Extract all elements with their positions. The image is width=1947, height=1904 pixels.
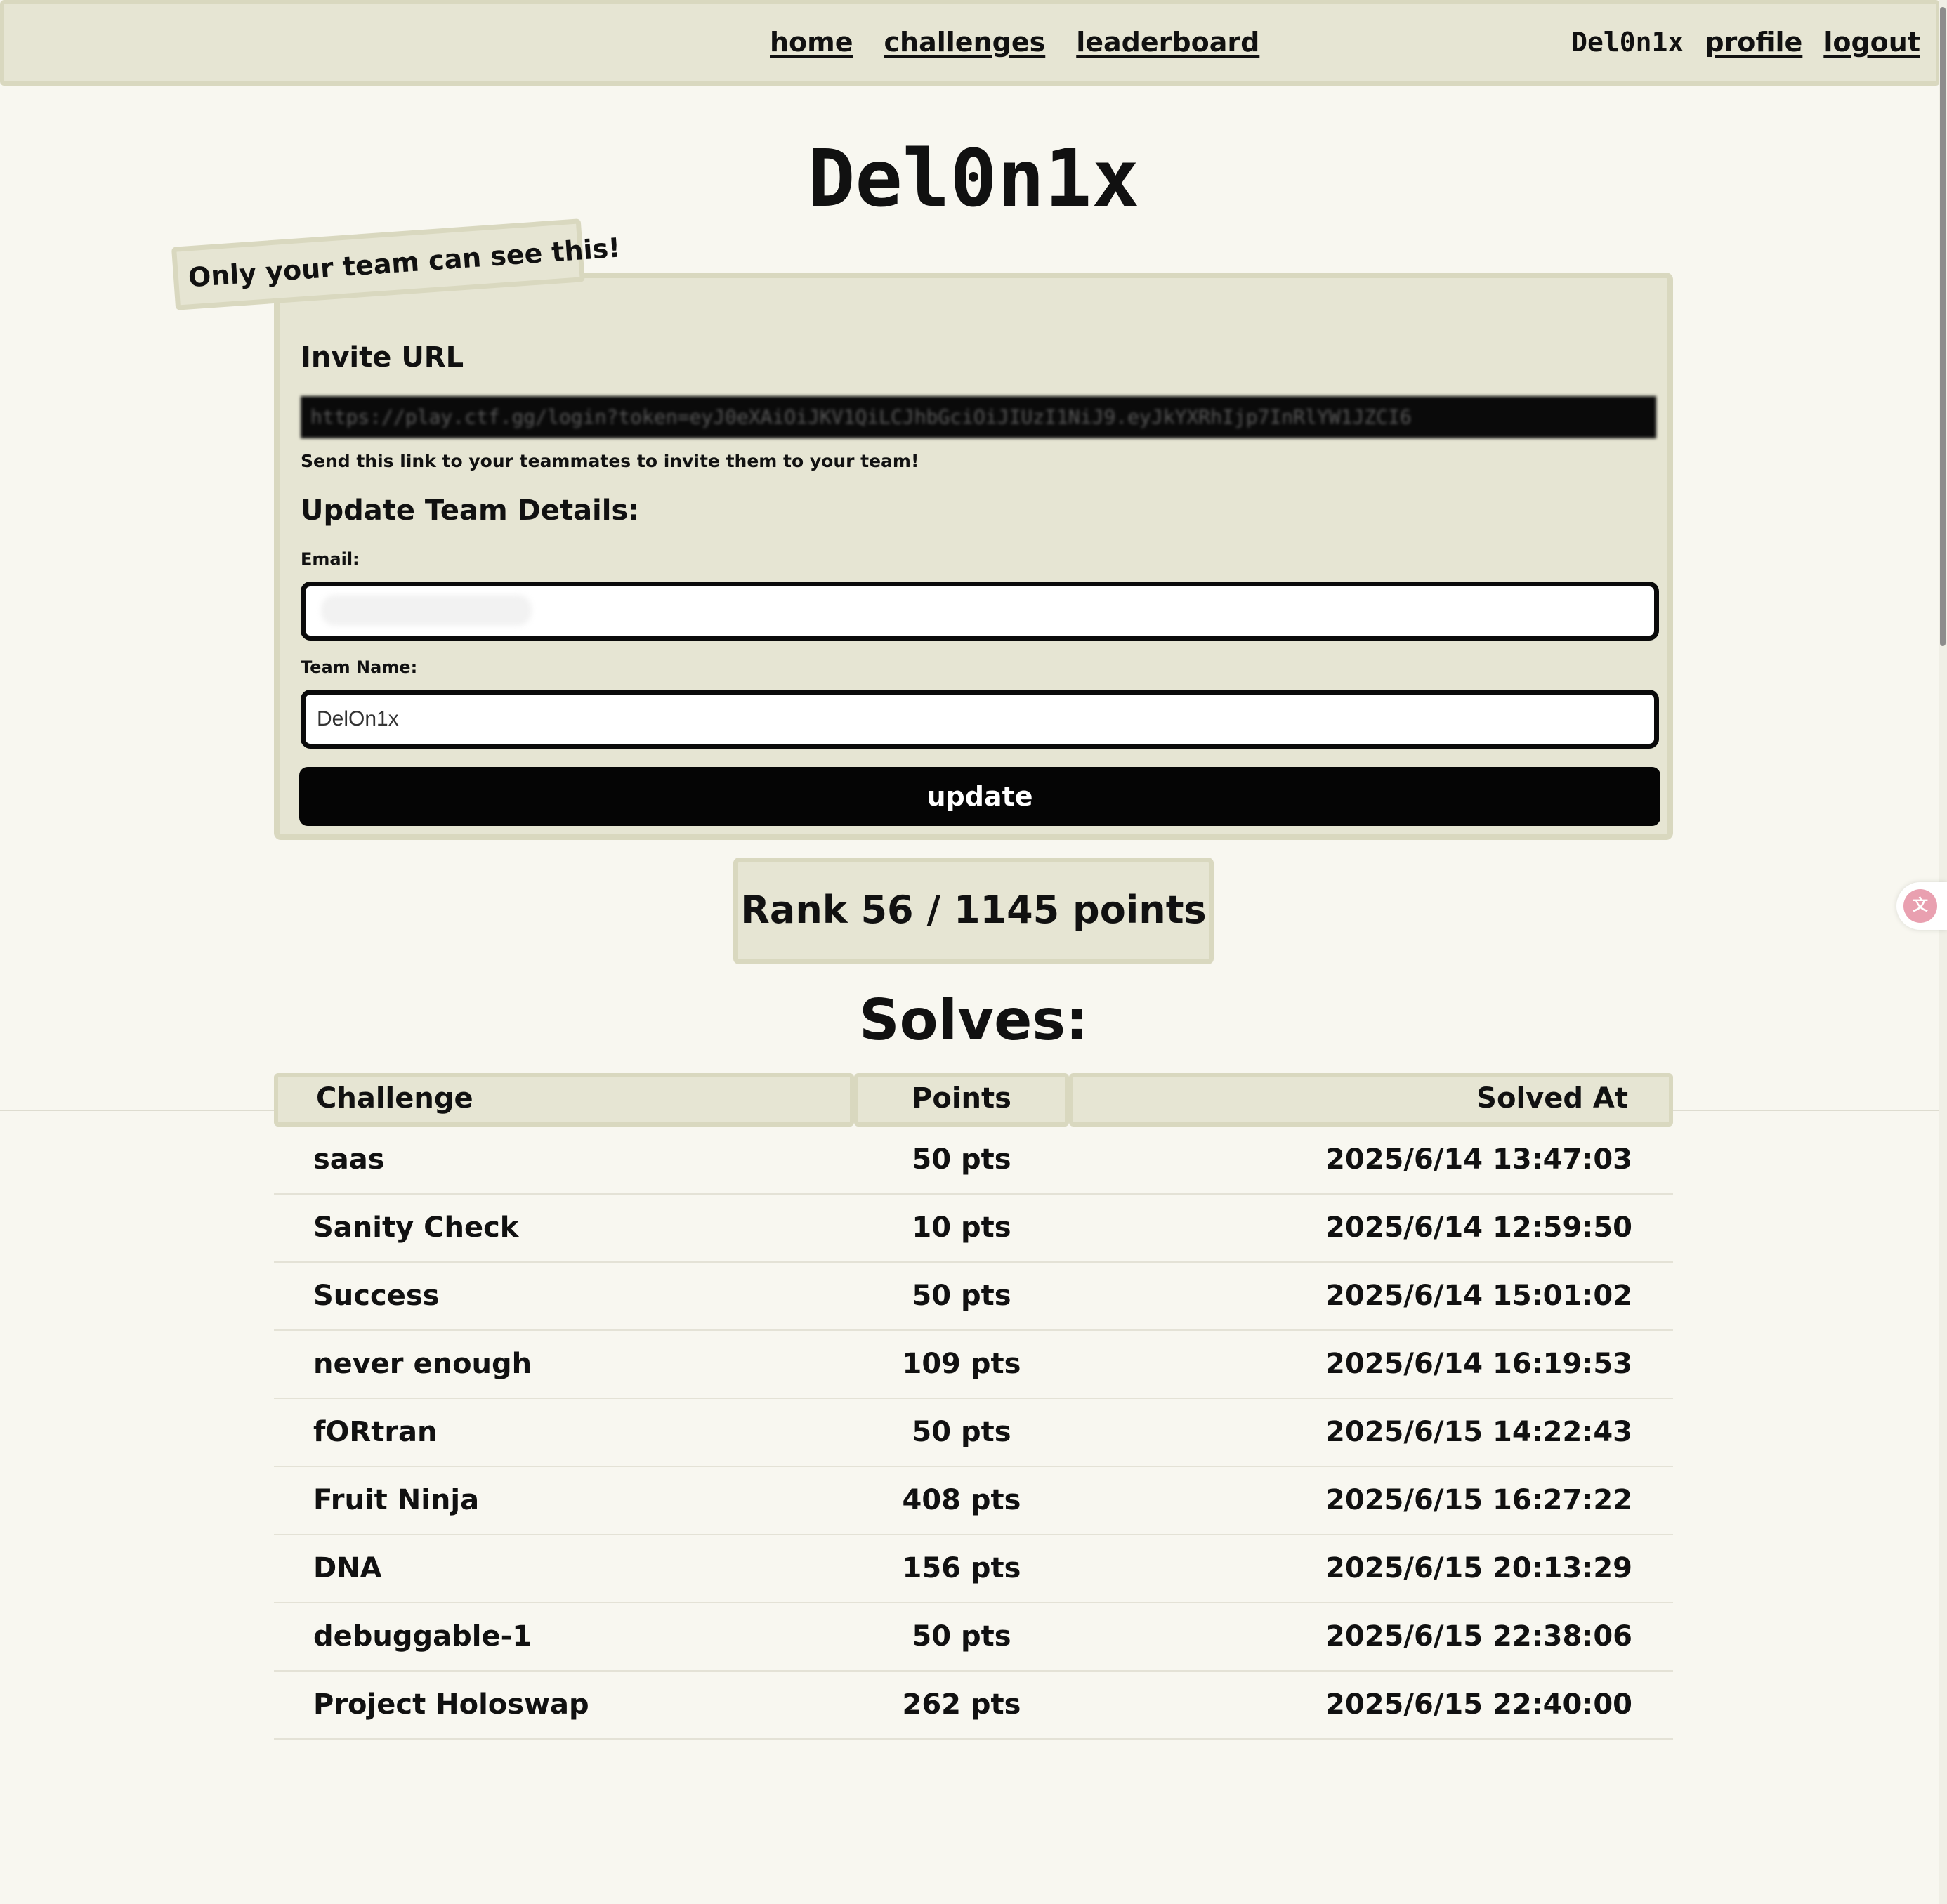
cell-solved-at: 2025/6/14 13:47:03 bbox=[1325, 1143, 1632, 1176]
solves-table: Challenge Points Solved At saas 50 pts 2… bbox=[274, 1073, 1673, 1740]
table-row: DNA 156 pts 2025/6/15 20:13:29 bbox=[274, 1535, 1673, 1603]
cell-points: 156 pts bbox=[902, 1552, 1021, 1584]
team-settings-panel: Invite URL https://play.ctf.gg/login?tok… bbox=[274, 273, 1673, 840]
cell-solved-at: 2025/6/15 14:22:43 bbox=[1325, 1416, 1632, 1448]
update-button[interactable]: update bbox=[299, 767, 1660, 826]
team-name-input[interactable] bbox=[301, 690, 1659, 749]
cell-points: 50 pts bbox=[912, 1620, 1011, 1653]
cell-solved-at: 2025/6/15 22:38:06 bbox=[1325, 1620, 1632, 1653]
cell-points: 10 pts bbox=[912, 1212, 1011, 1244]
rank-box: Rank 56 / 1145 points bbox=[733, 858, 1214, 964]
email-redacted-value bbox=[321, 595, 532, 626]
nav-challenges-link[interactable]: challenges bbox=[884, 27, 1046, 58]
nav-links: home challenges leaderboard bbox=[770, 27, 1259, 58]
solves-heading: Solves: bbox=[858, 987, 1088, 1053]
cell-solved-at: 2025/6/14 16:19:53 bbox=[1325, 1348, 1632, 1380]
cell-points: 50 pts bbox=[912, 1416, 1011, 1448]
nav-username: Del0n1x bbox=[1571, 27, 1684, 58]
cell-solved-at: 2025/6/14 12:59:50 bbox=[1325, 1212, 1632, 1244]
cell-challenge: never enough bbox=[313, 1348, 532, 1380]
cell-challenge: fORtran bbox=[313, 1416, 438, 1448]
team-name-label: Team Name: bbox=[301, 657, 418, 677]
cell-challenge: Project Holoswap bbox=[313, 1688, 589, 1721]
table-row: never enough 109 pts 2025/6/14 16:19:53 bbox=[274, 1331, 1673, 1399]
cell-solved-at: 2025/6/14 15:01:02 bbox=[1325, 1280, 1632, 1312]
table-row: fORtran 50 pts 2025/6/15 14:22:43 bbox=[274, 1399, 1673, 1467]
page-title: Del0n1x bbox=[807, 133, 1139, 225]
column-header-challenge: Challenge bbox=[274, 1073, 854, 1127]
table-row: Sanity Check 10 pts 2025/6/14 12:59:50 bbox=[274, 1195, 1673, 1263]
nav-profile-link[interactable]: profile bbox=[1705, 27, 1802, 58]
table-header: Challenge Points Solved At bbox=[274, 1073, 1673, 1127]
column-header-solved-at: Solved At bbox=[1069, 1073, 1673, 1127]
cell-points: 262 pts bbox=[902, 1688, 1021, 1721]
table-row: Success 50 pts 2025/6/14 15:01:02 bbox=[274, 1263, 1673, 1331]
cell-points: 50 pts bbox=[912, 1280, 1011, 1312]
vertical-scrollbar[interactable] bbox=[1939, 0, 1947, 1904]
cell-challenge: debuggable-1 bbox=[313, 1620, 532, 1653]
nav-user-area: Del0n1x profile logout bbox=[1571, 27, 1920, 58]
invite-help-text: Send this link to your teammates to invi… bbox=[301, 451, 919, 471]
scrollbar-thumb[interactable] bbox=[1940, 7, 1946, 646]
cell-solved-at: 2025/6/15 16:27:22 bbox=[1325, 1484, 1632, 1516]
cell-points: 408 pts bbox=[902, 1484, 1021, 1516]
email-label: Email: bbox=[301, 549, 360, 569]
cell-solved-at: 2025/6/15 20:13:29 bbox=[1325, 1552, 1632, 1584]
column-header-points: Points bbox=[854, 1073, 1069, 1127]
translate-icon: 文 bbox=[1903, 889, 1937, 923]
table-row: Project Holoswap 262 pts 2025/6/15 22:40… bbox=[274, 1672, 1673, 1740]
translate-extension-button[interactable]: 文 bbox=[1896, 882, 1947, 930]
cell-challenge: Success bbox=[313, 1280, 440, 1312]
cell-solved-at: 2025/6/15 22:40:00 bbox=[1325, 1688, 1632, 1721]
update-team-heading: Update Team Details: bbox=[301, 494, 640, 527]
table-row: Fruit Ninja 408 pts 2025/6/15 16:27:22 bbox=[274, 1467, 1673, 1535]
cell-challenge: Sanity Check bbox=[313, 1212, 519, 1244]
cell-challenge: Fruit Ninja bbox=[313, 1484, 480, 1516]
email-field[interactable] bbox=[301, 582, 1659, 641]
cell-challenge: DNA bbox=[313, 1552, 382, 1584]
nav-home-link[interactable]: home bbox=[770, 27, 853, 58]
invite-url-field[interactable]: https://play.ctf.gg/login?token=eyJ0eXAi… bbox=[301, 396, 1656, 438]
top-nav: home challenges leaderboard Del0n1x prof… bbox=[0, 0, 1940, 86]
cell-challenge: saas bbox=[313, 1143, 385, 1176]
nav-leaderboard-link[interactable]: leaderboard bbox=[1076, 27, 1259, 58]
cell-points: 50 pts bbox=[912, 1143, 1011, 1176]
cell-points: 109 pts bbox=[902, 1348, 1021, 1380]
table-row: saas 50 pts 2025/6/14 13:47:03 bbox=[274, 1127, 1673, 1195]
table-row: debuggable-1 50 pts 2025/6/15 22:38:06 bbox=[274, 1603, 1673, 1672]
invite-url-heading: Invite URL bbox=[301, 341, 464, 374]
nav-logout-link[interactable]: logout bbox=[1823, 27, 1920, 58]
